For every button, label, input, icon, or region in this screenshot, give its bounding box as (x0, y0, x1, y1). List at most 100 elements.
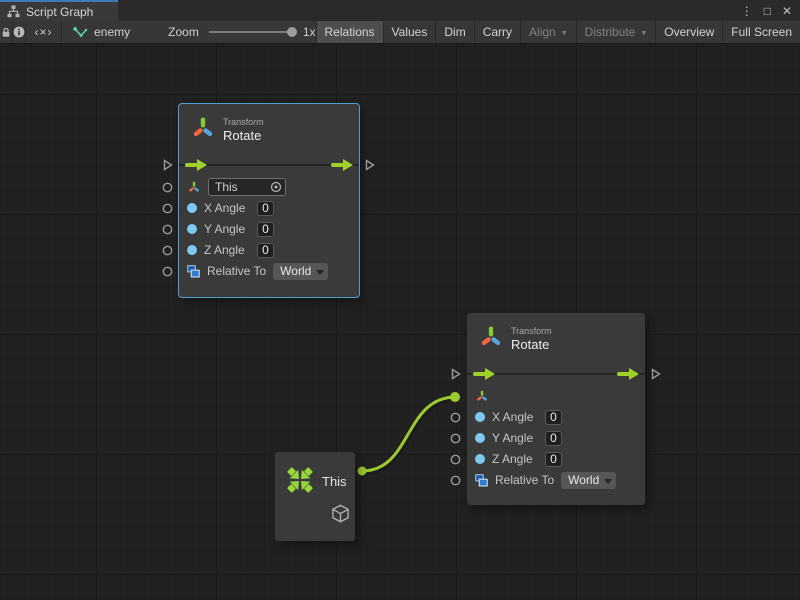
zoom-level-label: 1x (303, 25, 316, 39)
enum-icon (475, 474, 488, 487)
button-label: Relations (325, 25, 375, 39)
graph-canvas[interactable]: Transform Rotate This (0, 44, 800, 600)
close-icon[interactable]: ✕ (782, 5, 792, 17)
cube-icon (331, 504, 350, 523)
brackets-x-button[interactable]: ‹×› (26, 21, 62, 43)
relative-to-input-port[interactable] (450, 475, 461, 486)
z-angle-input-port[interactable] (162, 245, 173, 256)
zoom-label: Zoom (168, 25, 199, 39)
z-angle-value-field[interactable]: 0 (545, 452, 562, 467)
relative-to-dropdown[interactable]: World (273, 263, 328, 280)
flow-input-arrow-icon (473, 368, 495, 380)
connection-wire[interactable] (362, 397, 456, 471)
flow-input-port[interactable] (451, 368, 461, 380)
zoom-slider-thumb[interactable] (287, 27, 297, 37)
button-label: Values (392, 25, 428, 39)
window-controls: ⋮ □ ✕ (741, 0, 800, 21)
zoom-slider[interactable] (209, 31, 295, 33)
chevron-down-icon (316, 270, 324, 275)
tab-strip: Script Graph ⋮ □ ✕ (0, 0, 800, 21)
toolbar-button-overview[interactable]: Overview (656, 21, 723, 43)
graph-name-label[interactable]: enemy (94, 25, 130, 39)
lock-icon (0, 26, 12, 38)
z-angle-value-field[interactable]: 0 (257, 243, 274, 258)
y-angle-value-field[interactable]: 0 (257, 222, 274, 237)
graph-asset-icon (73, 26, 88, 39)
target-row: This (179, 177, 359, 198)
toolbar-button-dim[interactable]: Dim (436, 21, 474, 43)
window-menu-icon[interactable]: ⋮ (741, 5, 753, 17)
toolbar-button-align[interactable]: Align ▼ (521, 21, 577, 43)
toolbar-buttons: Relations Values Dim Carry Align ▼ Distr… (317, 21, 800, 43)
info-icon (13, 26, 25, 38)
relative-to-input-port[interactable] (162, 266, 173, 277)
toolbar-button-values[interactable]: Values (384, 21, 437, 43)
x-angle-value-field[interactable]: 0 (257, 201, 274, 216)
toolbar-button-fullscreen[interactable]: Full Screen (723, 21, 800, 43)
target-input-port[interactable] (162, 182, 173, 193)
value-port-dot-icon (187, 245, 197, 255)
y-angle-input-port[interactable] (450, 433, 461, 444)
z-angle-input-port[interactable] (450, 454, 461, 465)
toolbar-button-relations[interactable]: Relations (317, 21, 384, 43)
connections-layer (0, 44, 800, 600)
value-port-dot-icon (475, 412, 485, 422)
graph-toolbar: ‹×› enemy Zoom 1x Relations Values Dim C… (0, 21, 800, 44)
flow-output-arrow-icon (617, 368, 639, 380)
x-angle-value-field[interactable]: 0 (545, 410, 562, 425)
brackets-x-glyph: ‹×› (35, 25, 53, 39)
button-label: Distribute (585, 25, 636, 39)
relative-to-dropdown[interactable]: World (561, 472, 616, 489)
y-angle-row: Y Angle 0 (179, 219, 359, 240)
x-angle-input-port[interactable] (450, 412, 461, 423)
hierarchy-icon (7, 5, 20, 18)
target-field-value: This (215, 180, 270, 194)
z-angle-row: Z Angle 0 (467, 449, 645, 470)
x-angle-input-port[interactable] (162, 203, 173, 214)
chevron-down-icon: ▼ (561, 30, 568, 37)
button-label: Full Screen (731, 25, 792, 39)
relative-to-label: Relative To (495, 473, 554, 487)
relative-to-label: Relative To (207, 264, 266, 278)
rotate-node-2-target-input-port[interactable] (450, 392, 460, 402)
target-row (467, 386, 645, 407)
maximize-icon[interactable]: □ (764, 5, 771, 17)
graph-breadcrumb-segment: enemy Zoom 1x (62, 21, 316, 43)
transform-icon (187, 180, 201, 195)
y-angle-label: Y Angle (204, 222, 250, 236)
y-angle-input-port[interactable] (162, 224, 173, 235)
relative-to-row: Relative To World (179, 261, 359, 282)
target-field[interactable]: This (208, 178, 286, 196)
rotate-node-1[interactable]: Transform Rotate This (179, 104, 359, 297)
x-angle-label: X Angle (204, 201, 250, 215)
target-picker-icon[interactable] (270, 181, 282, 193)
node-category-label: Transform (511, 326, 552, 336)
dropdown-value: World (280, 264, 311, 278)
lock-button[interactable] (0, 21, 13, 43)
flow-input-port[interactable] (163, 159, 173, 171)
toolbar-button-carry[interactable]: Carry (475, 21, 521, 43)
tab-script-graph[interactable]: Script Graph (0, 0, 118, 21)
z-angle-label: Z Angle (492, 452, 538, 466)
flow-output-port[interactable] (365, 159, 375, 171)
info-button[interactable] (13, 21, 26, 43)
button-label: Align (529, 25, 556, 39)
button-label: Carry (483, 25, 512, 39)
node-category-label: Transform (223, 117, 264, 127)
enum-icon (187, 265, 200, 278)
rotate-node-2[interactable]: Transform Rotate X Angle (467, 313, 645, 505)
flow-output-port[interactable] (651, 368, 661, 380)
x-angle-row: X Angle 0 (179, 198, 359, 219)
this-node[interactable]: This (275, 452, 355, 541)
toolbar-button-distribute[interactable]: Distribute ▼ (577, 21, 657, 43)
node-title-label: Rotate (223, 128, 261, 143)
value-port-dot-icon (187, 224, 197, 234)
transform-icon (190, 115, 216, 142)
chevron-down-icon: ▼ (640, 30, 647, 37)
this-node-output-port[interactable] (358, 467, 367, 476)
value-port-dot-icon (475, 454, 485, 464)
y-angle-value-field[interactable]: 0 (545, 431, 562, 446)
x-angle-row: X Angle 0 (467, 407, 645, 428)
y-angle-row: Y Angle 0 (467, 428, 645, 449)
transform-icon (475, 389, 489, 404)
